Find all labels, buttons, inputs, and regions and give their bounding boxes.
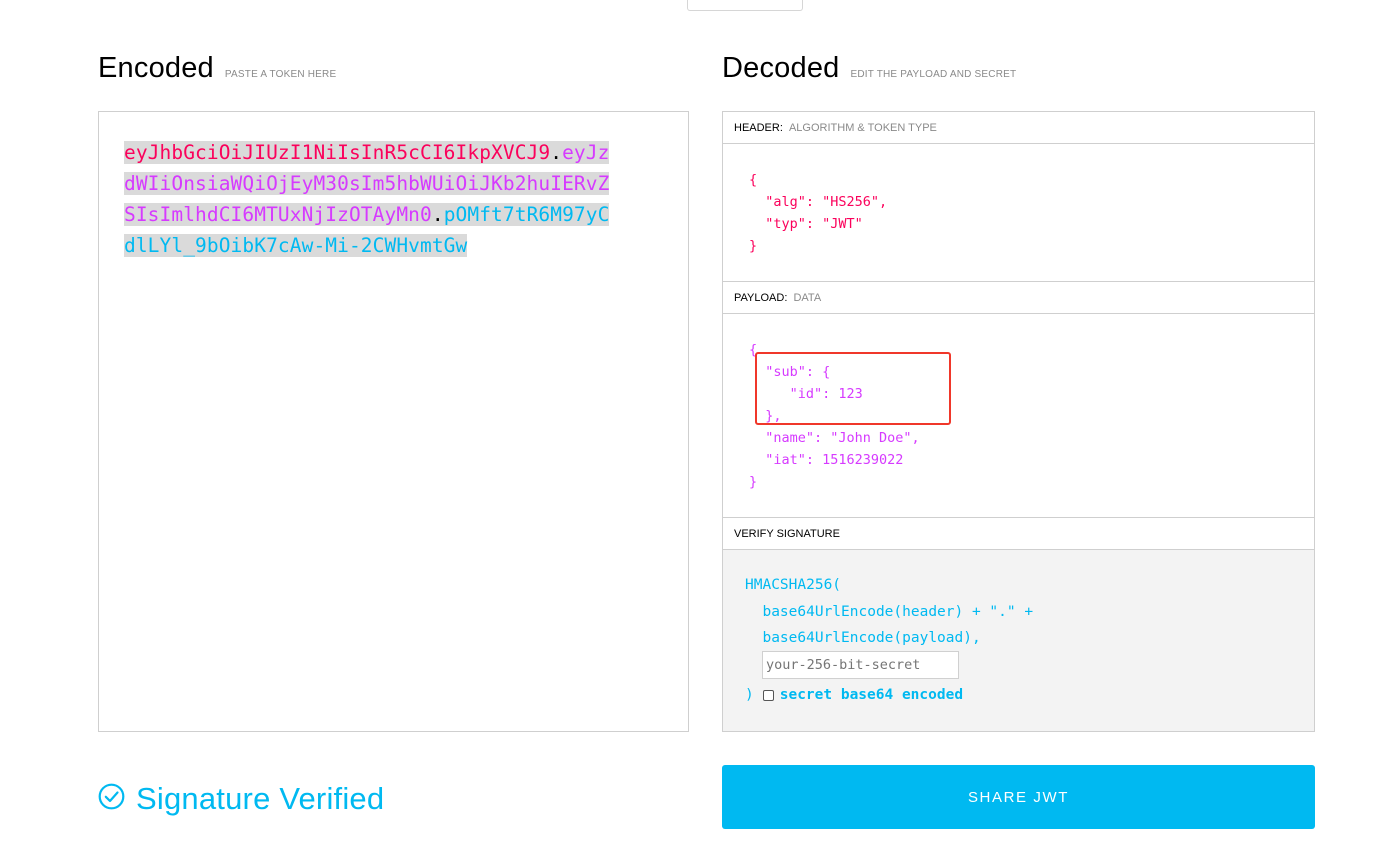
share-jwt-button[interactable]: SHARE JWT [722,765,1315,829]
signature-status: Signature Verified [98,781,384,817]
verify-signature-area: HMACSHA256( base64UrlEncode(header) + ".… [723,550,1314,731]
secret-input[interactable] [762,651,959,679]
signature-status-text: Signature Verified [136,781,385,816]
verify-section-label: VERIFY SIGNATURE [723,518,1314,550]
verify-label: VERIFY SIGNATURE [734,528,840,540]
check-circle-icon [98,783,125,815]
encoded-heading: Encoded PASTE A TOKEN HERE [98,52,336,85]
share-jwt-label: SHARE JWT [967,788,1070,806]
annotation-highlight-box [755,352,951,425]
header-sublabel: ALGORITHM & TOKEN TYPE [788,122,937,134]
token-header-part: eyJhbGciOiJIUzI1NiIsInR5cCI6IkpXVCJ9 [124,141,551,164]
decoded-title: Decoded [722,52,840,84]
token-dot-2: . [431,203,444,226]
decoded-heading: Decoded EDIT THE PAYLOAD AND SECRET [722,52,1016,85]
payload-sublabel: DATA [793,292,822,304]
payload-label: PAYLOAD: [734,292,788,304]
encoded-token-editor[interactable]: eyJhbGciOiJIUzI1NiIsInR5cCI6IkpXVCJ9.eyJ… [98,111,689,732]
payload-section-label: PAYLOAD: DATA [723,282,1314,314]
encoded-title: Encoded [98,52,214,84]
verify-closing-row: ) secret base64 encoded [745,684,963,706]
header-section-label: HEADER: ALGORITHM & TOKEN TYPE [723,112,1314,144]
closing-paren: ) [745,687,754,703]
token-text[interactable]: eyJhbGciOiJIUzI1NiIsInR5cCI6IkpXVCJ9.eyJ… [124,137,614,261]
header-label: HEADER: [734,122,783,134]
decoded-subtitle: EDIT THE PAYLOAD AND SECRET [850,69,1017,80]
secret-base64-label[interactable]: secret base64 encoded [780,687,963,703]
top-tab[interactable] [687,0,803,11]
encoded-subtitle: PASTE A TOKEN HERE [224,69,337,80]
header-json-editor[interactable]: { "alg": "HS256", "typ": "JWT" } [749,169,887,257]
verify-code: HMACSHA256( base64UrlEncode(header) + ".… [745,577,1034,646]
secret-base64-checkbox[interactable] [762,689,774,701]
token-dot-1: . [550,141,563,164]
